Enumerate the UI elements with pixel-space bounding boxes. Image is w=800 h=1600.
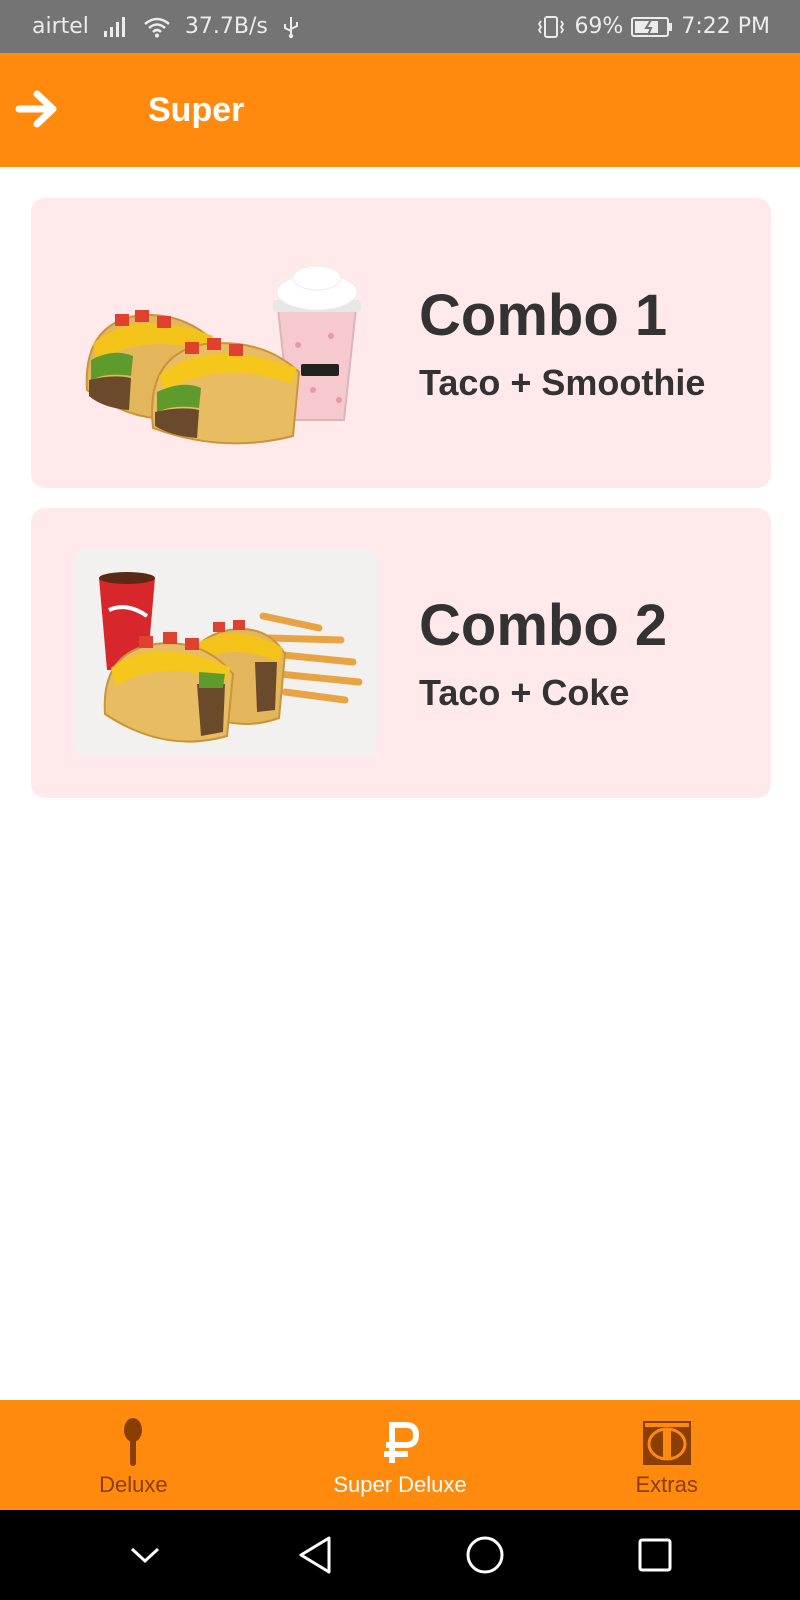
home-circle-icon[interactable] bbox=[455, 1525, 515, 1585]
wifi-icon bbox=[143, 16, 171, 38]
network-speed: 37.7B/s bbox=[184, 14, 268, 39]
back-button[interactable] bbox=[14, 89, 60, 133]
arrow-right-icon bbox=[15, 88, 59, 135]
taco-coke-fries-image bbox=[73, 550, 377, 756]
nav-label: Deluxe bbox=[99, 1472, 168, 1497]
spoon-icon bbox=[107, 1418, 159, 1468]
vibrate-icon bbox=[536, 15, 566, 39]
app-bar: Super bbox=[0, 53, 800, 167]
battery-percent: 69% bbox=[574, 14, 624, 39]
nav-label: Extras bbox=[635, 1472, 698, 1497]
page-title: Super bbox=[148, 91, 245, 129]
combo-card-1[interactable]: Combo 1 Taco + Smoothie bbox=[31, 198, 771, 488]
combo-subtitle: Taco + Coke bbox=[419, 672, 630, 713]
bottom-navigation: Deluxe Super Deluxe Extras bbox=[0, 1400, 800, 1510]
clock: 7:22 PM bbox=[681, 14, 770, 39]
signal-icon bbox=[103, 16, 129, 38]
carrier-name: airtel bbox=[32, 14, 89, 39]
status-right: 69% 7:22 PM bbox=[536, 14, 770, 39]
chevron-down-icon[interactable] bbox=[115, 1525, 175, 1585]
taco-smoothie-image bbox=[73, 240, 377, 446]
combo-title: Combo 2 bbox=[419, 593, 668, 658]
combo-card-2[interactable]: Combo 2 Taco + Coke bbox=[31, 508, 771, 798]
nav-item-deluxe[interactable]: Deluxe bbox=[0, 1400, 267, 1510]
ruble-icon bbox=[374, 1418, 426, 1468]
usb-icon bbox=[282, 15, 300, 39]
nav-item-extras[interactable]: Extras bbox=[533, 1400, 800, 1510]
status-bar: airtel 37.7B/s 69% 7:22 PM bbox=[0, 0, 800, 53]
nav-label: Super Deluxe bbox=[333, 1472, 467, 1497]
nav-item-super-deluxe[interactable]: Super Deluxe bbox=[267, 1400, 534, 1510]
back-triangle-icon[interactable] bbox=[285, 1525, 345, 1585]
combo-subtitle: Taco + Smoothie bbox=[419, 362, 706, 403]
combo-title: Combo 1 bbox=[419, 283, 668, 348]
status-left: airtel 37.7B/s bbox=[32, 14, 300, 39]
battery-icon bbox=[631, 16, 673, 38]
system-navigation-bar bbox=[0, 1510, 800, 1600]
coin-icon bbox=[641, 1418, 693, 1468]
recents-square-icon[interactable] bbox=[625, 1525, 685, 1585]
